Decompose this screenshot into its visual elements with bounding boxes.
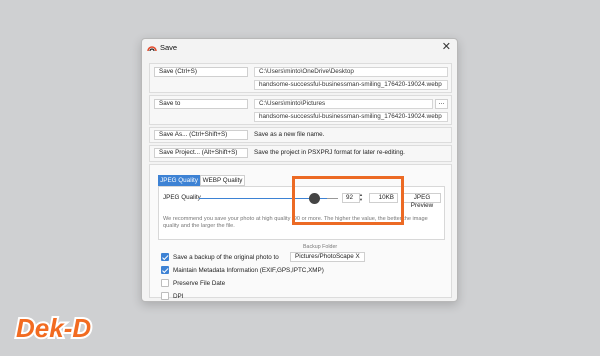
title-bar[interactable]: Save ✕: [142, 39, 457, 57]
dek-d-watermark-logo: Dek-D Dek-D: [14, 312, 93, 344]
dpi-label: DPI: [173, 293, 184, 300]
backup-folder-label: Backup Folder: [303, 244, 338, 250]
watermark-text: Dek-D: [16, 313, 91, 343]
save-filename-field[interactable]: handsome-successful-businessman-smiling_…: [254, 80, 448, 90]
jpeg-quality-label: JPEG Quality: [163, 194, 201, 201]
save-as-panel: Save As... (Ctrl+Shift+S) Save as a new …: [149, 127, 452, 143]
save-to-filename-field[interactable]: handsome-successful-businessman-smiling_…: [254, 112, 448, 122]
save-button[interactable]: Save (Ctrl+S): [154, 67, 248, 77]
tab-webp-quality[interactable]: WEBP Quality: [200, 175, 245, 186]
highlight-annotation-box: [292, 176, 404, 225]
metadata-label: Maintain Metadata Information (EXIF,GPS,…: [173, 267, 324, 274]
save-path-field[interactable]: C:\Users\minto\OneDrive\Desktop: [254, 67, 448, 77]
backup-label: Save a backup of the original photo to: [173, 254, 279, 261]
tab-jpeg-quality[interactable]: JPEG Quality: [158, 175, 200, 186]
dpi-checkbox[interactable]: [161, 292, 169, 300]
close-icon[interactable]: ✕: [442, 41, 451, 53]
photoscape-logo-icon: [147, 46, 157, 52]
dialog-title: Save: [160, 43, 178, 52]
save-to-panel: Save to C:\Users\minto\Pictures ... hand…: [149, 95, 452, 125]
save-to-button[interactable]: Save to: [154, 99, 248, 109]
save-as-description: Save as a new file name.: [254, 131, 325, 138]
jpeg-preview-button[interactable]: JPEG Preview: [403, 193, 441, 209]
save-as-button[interactable]: Save As... (Ctrl+Shift+S): [154, 130, 248, 140]
metadata-checkbox[interactable]: [161, 266, 169, 274]
save-project-panel: Save Project... (Alt+Shift+S) Save the p…: [149, 145, 452, 162]
save-panel: Save (Ctrl+S) C:\Users\minto\OneDrive\De…: [149, 63, 452, 93]
backup-folder-button[interactable]: Pictures/PhotoScape X: [290, 252, 365, 262]
save-to-path-field[interactable]: C:\Users\minto\Pictures: [254, 99, 433, 109]
save-project-description: Save the project in PSXPRJ format for la…: [254, 149, 405, 156]
save-project-button[interactable]: Save Project... (Alt+Shift+S): [154, 148, 248, 158]
preserve-date-checkbox[interactable]: [161, 279, 169, 287]
preserve-date-label: Preserve File Date: [173, 280, 226, 287]
backup-checkbox[interactable]: [161, 253, 169, 261]
browse-folder-button[interactable]: ...: [435, 99, 448, 109]
save-dialog: Save ✕ Save (Ctrl+S) C:\Users\minto\OneD…: [141, 38, 458, 302]
